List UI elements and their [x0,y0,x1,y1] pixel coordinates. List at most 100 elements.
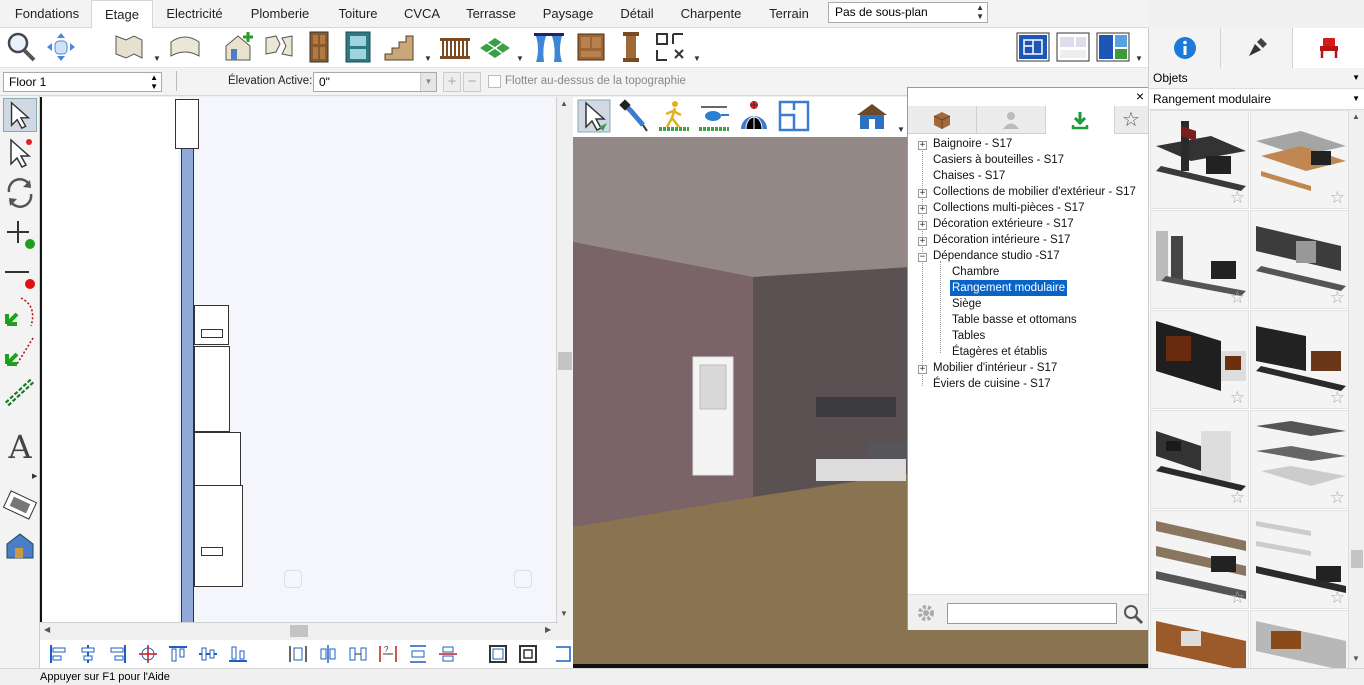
overflow-icon[interactable] [552,644,572,664]
plan-vertical-scrollbar[interactable]: ▲ ▼ [556,97,573,625]
box-nested-icon[interactable] [518,644,538,664]
cabinet-middle[interactable] [194,346,230,432]
tree-item[interactable]: Chaises - S17 [933,168,1005,184]
window-icon[interactable] [341,30,375,64]
thumbnail-item[interactable]: ☆ [1250,610,1348,668]
thumbnail-item[interactable]: ☆ [1250,110,1348,209]
align-middle-icon[interactable] [198,644,218,664]
thumbnail-item[interactable]: ☆ [1150,310,1249,409]
thumbnail-item[interactable]: ☆ [1150,110,1249,209]
stairs-icon[interactable] [382,30,416,64]
chevron-down-icon[interactable]: ▼ [1135,54,1143,63]
favorite-star-icon[interactable]: ☆ [1330,589,1345,606]
tab-fondations[interactable]: Fondations [4,0,90,28]
align-center-icon[interactable] [78,644,98,664]
tab-terrasse[interactable]: Terrasse [457,0,525,28]
tree-item[interactable]: Décoration extérieure - S17 [933,216,1074,232]
expand-icon[interactable]: + [918,141,927,150]
tab-cvca[interactable]: CVCA [398,0,446,28]
tree-item[interactable]: Décoration intérieure - S17 [933,232,1070,248]
float-checkbox[interactable] [488,75,501,88]
tab-etage[interactable]: Etage [91,0,153,29]
floor-tile-icon[interactable] [478,30,512,64]
tab-favorites[interactable]: ☆ [1115,106,1149,134]
tree-item[interactable]: Dépendance studio -S17 [933,248,1060,264]
eyedropper-icon[interactable] [617,99,651,133]
info-tab[interactable] [1149,28,1221,68]
curtain-icon[interactable] [532,30,566,64]
tree-item[interactable]: Tables [952,328,985,344]
broken-wall-icon[interactable] [262,30,296,64]
thumbnail-item[interactable]: ☆ [1250,410,1348,509]
curved-wall-icon[interactable] [168,30,202,64]
distribute-v-icon[interactable] [408,644,428,664]
tab-charpente[interactable]: Charpente [673,0,749,28]
tree-item[interactable]: Table basse et ottomans [952,312,1077,328]
tree-item[interactable]: Étagères et établis [952,344,1047,360]
chevron-down-icon[interactable]: ▼ [153,54,161,63]
orbit-globe-icon[interactable] [737,99,771,133]
tree-item-selected[interactable]: Rangement modulaire [950,280,1068,296]
plan-dropdown[interactable]: Pas de sous-plan ▲ ▼ [828,2,988,23]
select-special-icon[interactable] [3,136,37,170]
search-icon[interactable] [1122,603,1144,625]
minus-icon[interactable]: − [463,72,481,92]
distribute-h-icon[interactable] [288,644,308,664]
chevron-down-icon[interactable]: ▼ [1352,71,1360,85]
scroll-thumb[interactable] [290,625,308,637]
tree-item[interactable]: Baignoire - S17 [933,136,1012,152]
box-select-icon[interactable] [488,644,508,664]
cabinet-lower[interactable] [194,432,241,487]
expand-icon[interactable]: + [918,237,927,246]
gear-icon[interactable] [916,603,936,623]
chevron-up-icon[interactable]: ▲ [560,99,568,108]
expand-icon[interactable]: + [918,365,927,374]
close-button[interactable]: × [1136,89,1144,103]
wall[interactable] [181,149,194,625]
house-3d-icon[interactable] [855,101,889,131]
tab-catalog[interactable] [908,106,977,134]
chevron-right-icon[interactable]: ▶ [545,625,551,634]
favorite-star-icon[interactable]: ☆ [1230,189,1245,206]
plan-view[interactable] [40,97,573,625]
thumbnail-item[interactable]: ☆ [1250,510,1348,609]
space-planning-icon[interactable] [653,30,687,64]
library-search-input[interactable] [947,603,1117,624]
scroll-thumb[interactable] [1351,550,1363,568]
space-h-icon[interactable] [318,644,338,664]
tree-item[interactable]: Collections multi-pièces - S17 [933,200,1084,216]
layout-view-icon[interactable] [1056,30,1090,64]
add-room-icon[interactable] [222,30,256,64]
tab-electricite[interactable]: Electricité [158,0,231,28]
zoom-icon[interactable] [4,30,38,64]
thumbnail-item[interactable]: ☆ [1150,510,1249,609]
pan-hand-icon[interactable] [44,30,78,64]
scroll-thumb[interactable] [558,352,572,370]
break-line-icon[interactable] [3,256,37,290]
chevron-down-icon[interactable]: ▼ [516,54,524,63]
tree-item[interactable]: Siège [952,296,981,312]
cabinet-bottom[interactable] [194,485,243,587]
tab-downloads[interactable] [1046,106,1115,134]
favorite-star-icon[interactable]: ☆ [1230,289,1245,306]
chain-icon[interactable] [3,376,37,410]
chevron-up-icon[interactable]: ▲ [1352,112,1360,121]
chevron-down-icon[interactable]: ▼ [424,54,432,63]
plus-icon[interactable]: + [443,72,461,92]
favorite-star-icon[interactable]: ☆ [1330,189,1345,206]
favorite-star-icon[interactable]: ☆ [1230,489,1245,506]
favorite-star-icon[interactable]: ☆ [1230,389,1245,406]
chevron-down-icon[interactable]: ▼ [693,54,701,63]
styles-tab[interactable] [1221,28,1293,68]
thumbnail-item[interactable]: ☆ [1250,210,1348,309]
favorite-star-icon[interactable]: ☆ [1330,289,1345,306]
chevron-down-icon[interactable]: ▼ [560,609,568,618]
resize-height-icon[interactable]: ? [378,644,398,664]
tab-toiture[interactable]: Toiture [328,0,388,28]
favorite-star-icon[interactable]: ☆ [1330,489,1345,506]
rotate-icon[interactable] [3,176,37,210]
chevron-left-icon[interactable]: ◀ [44,625,50,634]
expand-icon[interactable]: + [918,189,927,198]
align-left-icon[interactable] [48,644,68,664]
column-icon[interactable] [614,30,648,64]
